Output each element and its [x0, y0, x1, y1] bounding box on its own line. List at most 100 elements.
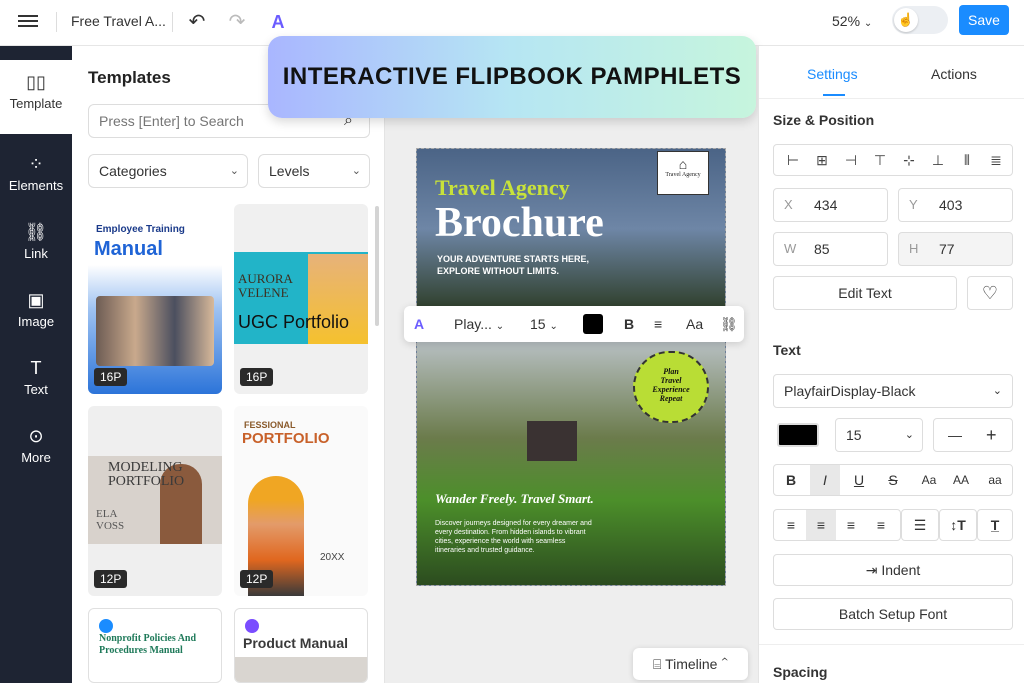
scrollbar[interactable] — [375, 206, 379, 326]
text-icon: T — [30, 358, 42, 378]
font-size-select[interactable]: 15 ⌄ — [530, 306, 558, 342]
x-field[interactable]: X 434 — [773, 188, 888, 222]
link-icon: ⛓ — [24, 222, 48, 242]
template-card[interactable]: AURORA VELENE UGC Portfolio 16P — [234, 204, 368, 394]
text-toolbar: A Play... ⌄ 15 ⌄ B ≡ Aa ⛓ — [404, 306, 744, 342]
template-card[interactable]: Employee Training Manual 16P — [88, 204, 222, 394]
section-title: Text — [773, 342, 801, 358]
ai-icon[interactable]: A — [266, 10, 290, 34]
active-tab-indicator — [823, 94, 845, 96]
menu-icon[interactable] — [18, 12, 38, 32]
divider — [759, 98, 1024, 99]
template-icon: ▯▯ — [26, 72, 46, 92]
batch-setup-font-button[interactable]: Batch Setup Font — [773, 598, 1013, 630]
font-select[interactable]: Play... ⌄ — [454, 306, 504, 342]
italic-icon[interactable]: I — [810, 465, 840, 495]
distribute-v-icon[interactable]: ≣ — [981, 145, 1011, 175]
sidebar-item-link[interactable]: ⛓ Link — [0, 210, 72, 274]
align-top-icon[interactable]: ⊤ — [865, 145, 895, 175]
ai-icon[interactable]: A — [414, 306, 424, 342]
bold-icon[interactable]: B — [624, 306, 634, 342]
crown-icon — [99, 619, 113, 633]
redo-icon[interactable]: ↷ — [225, 10, 249, 34]
list-icon[interactable]: ☰ — [901, 509, 939, 541]
distribute-h-icon[interactable]: ⫴ — [952, 145, 982, 175]
brochure-page[interactable]: ⌂ Travel Agency Travel Agency Brochure Y… — [416, 148, 726, 586]
edit-text-button[interactable]: Edit Text — [773, 276, 957, 310]
sidebar-item-text[interactable]: T Text — [0, 346, 72, 410]
sidebar-item-template[interactable]: ▯▯ Template — [0, 60, 72, 134]
chevron-down-icon: ⌄ — [229, 165, 239, 177]
align-left-icon[interactable]: ⊢ — [778, 145, 808, 175]
align-center-icon[interactable]: ⊞ — [807, 145, 837, 175]
case-lower-icon[interactable]: aa — [980, 465, 1010, 495]
sidebar-item-image[interactable]: ▣ Image — [0, 278, 72, 342]
font-family-select[interactable]: PlayfairDisplay-Black ⌄ — [773, 374, 1013, 408]
zoom-select[interactable]: 52% ⌄ — [832, 13, 872, 29]
divider — [759, 644, 1024, 645]
height-field[interactable]: H 77 — [898, 232, 1013, 266]
y-field[interactable]: Y 403 — [898, 188, 1013, 222]
bold-icon[interactable]: B — [776, 465, 806, 495]
case-upper-icon[interactable]: AA — [946, 465, 976, 495]
align-icon[interactable]: ≡ — [654, 306, 662, 342]
section-title: Spacing — [773, 664, 828, 680]
size-stepper: — + — [933, 418, 1013, 452]
font-size-select[interactable]: 15 ⌄ — [835, 418, 923, 452]
text-align-center-icon[interactable]: ≡ — [806, 510, 836, 540]
template-card[interactable]: MODELING PORTFOLIO ELA VOSS 12P — [88, 406, 222, 596]
divider — [172, 12, 173, 32]
align-middle-icon[interactable]: ⊹ — [894, 145, 924, 175]
indent-button[interactable]: ⇥ Indent — [773, 554, 1013, 586]
plus-icon[interactable]: + — [986, 419, 997, 451]
panel-title: Templates — [88, 68, 171, 87]
heart-icon[interactable]: ♡ — [967, 276, 1013, 310]
agency-logo: ⌂ Travel Agency — [657, 151, 709, 195]
text-color-swatch[interactable] — [777, 423, 819, 447]
categories-select[interactable]: Categories ⌄ — [88, 154, 248, 188]
case-icon[interactable]: Aa — [686, 306, 703, 342]
team-photo — [96, 296, 214, 366]
template-card[interactable]: Product Manual — [234, 608, 368, 683]
crown-icon — [245, 619, 259, 633]
text-align-right-icon[interactable]: ≡ — [836, 510, 866, 540]
link-icon[interactable]: ⛓ — [720, 306, 738, 342]
text-align-left-icon[interactable]: ≡ — [776, 510, 806, 540]
levels-select[interactable]: Levels ⌄ — [258, 154, 370, 188]
case-title-icon[interactable]: Aa — [914, 465, 944, 495]
chevron-down-icon: ⌄ — [904, 429, 914, 441]
chevron-down-icon: ⌄ — [351, 165, 361, 177]
template-card[interactable]: Nonprofit Policies And Procedures Manual — [88, 608, 222, 683]
letter-spacing-icon[interactable]: T̲ — [977, 509, 1013, 541]
document-title[interactable]: Free Travel A... — [71, 13, 166, 29]
timeline-button[interactable]: ⌸ Timeline ⌃ — [633, 648, 748, 680]
interaction-toggle[interactable]: ☝ — [892, 6, 948, 34]
tab-actions[interactable]: Actions — [931, 66, 977, 82]
align-buttons: ⊢ ⊞ ⊣ ⊤ ⊹ ⊥ ⫴ ≣ — [773, 144, 1013, 176]
align-bottom-icon[interactable]: ⊥ — [923, 145, 953, 175]
image-icon: ▣ — [27, 290, 45, 310]
style-buttons: B I U S Aa AA aa — [773, 464, 1013, 496]
line-height-icon[interactable]: ↕T — [939, 509, 977, 541]
tab-settings[interactable]: Settings — [807, 66, 858, 82]
save-button[interactable]: Save — [959, 5, 1009, 35]
width-field[interactable]: W 85 — [773, 232, 888, 266]
section-title: Size & Position — [773, 112, 875, 128]
sidebar-item-elements[interactable]: ⁘ Elements — [0, 142, 72, 206]
text-color-swatch[interactable] — [583, 314, 603, 334]
underline-icon[interactable]: U — [844, 465, 874, 495]
template-card[interactable]: FESSIONAL PORTFOLIO 20XX 12P — [234, 406, 368, 596]
side-nav: ▯▯ Template ⁘ Elements ⛓ Link ▣ Image T … — [0, 46, 72, 683]
cabin-image — [527, 421, 577, 461]
strikethrough-icon[interactable]: S — [878, 465, 908, 495]
sidebar-item-more[interactable]: ⊙ More — [0, 414, 72, 478]
badge-selected[interactable]: Plan Travel Experience Repeat — [633, 351, 709, 423]
minus-icon[interactable]: — — [948, 419, 962, 451]
promo-banner: INTERACTIVE FLIPBOOK PAMPHLETS — [268, 36, 756, 118]
undo-icon[interactable]: ↶ — [185, 10, 209, 34]
chevron-up-icon: ⌃ — [721, 656, 728, 672]
align-right-icon[interactable]: ⊣ — [836, 145, 866, 175]
align-text-buttons: ≡ ≡ ≡ ≡ — [773, 509, 901, 541]
text-justify-icon[interactable]: ≡ — [866, 510, 896, 540]
timeline-icon: ⌸ — [653, 656, 662, 672]
